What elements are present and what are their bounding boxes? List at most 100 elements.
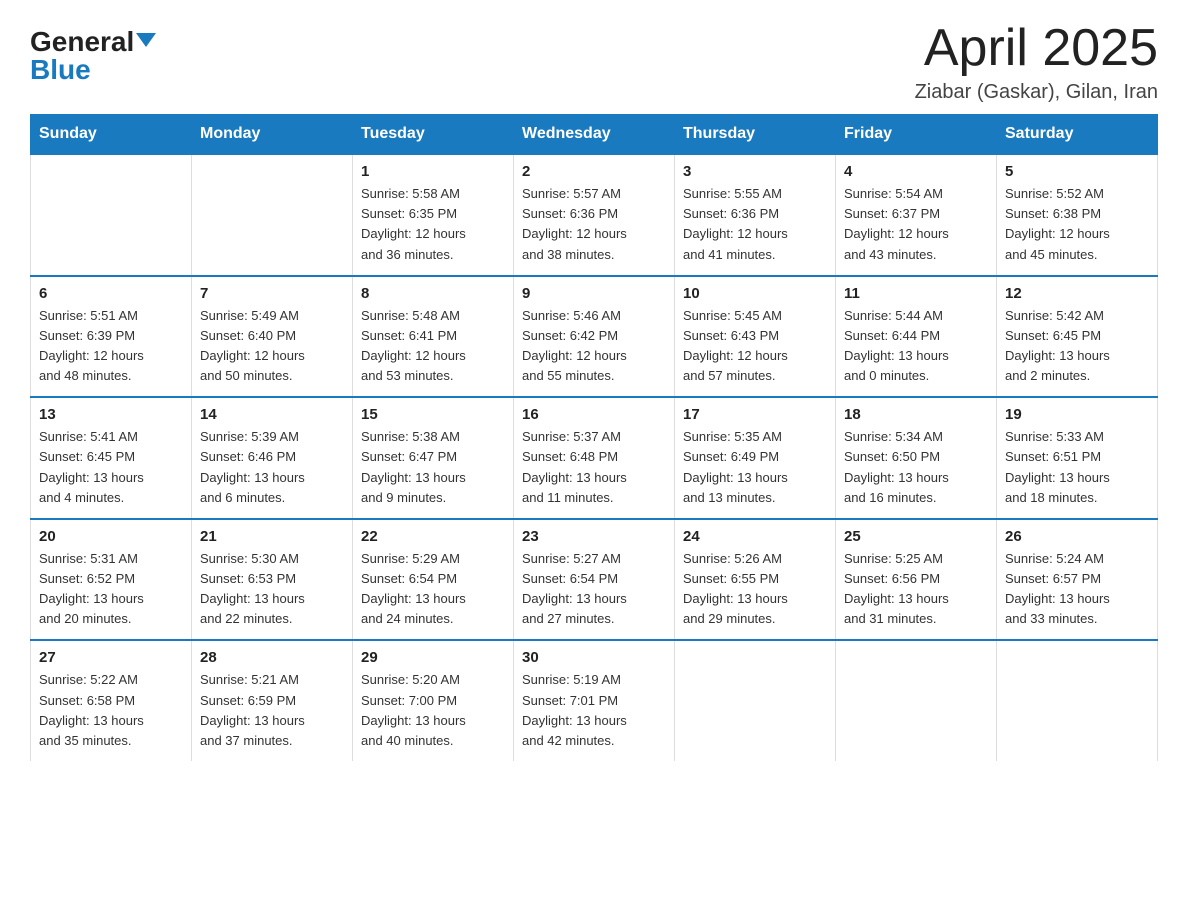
day-cell: 26Sunrise: 5:24 AM Sunset: 6:57 PM Dayli… <box>997 519 1158 641</box>
header-monday: Monday <box>192 115 353 155</box>
day-number: 17 <box>683 406 827 423</box>
day-cell: 10 Sunrise: 5:45 AM Sunset: 6:43 PM Dayli… <box>675 276 836 398</box>
day-info: Sunrise: 5:20 AM Sunset: 7:00 PM Dayligh… <box>361 670 505 751</box>
day-number: 27 <box>39 649 183 666</box>
day-cell <box>31 154 192 276</box>
day-info: Sunrise: 5:46 AM Sunset: 6:42 PM Dayligh… <box>522 306 666 387</box>
day-number: 9 <box>522 285 666 302</box>
day-info: Sunrise: 5:33 AM Sunset: 6:51 PM Dayligh… <box>1005 427 1149 508</box>
day-cell: 7 Sunrise: 5:49 AM Sunset: 6:40 PM Daylig… <box>192 276 353 398</box>
day-cell: 14Sunrise: 5:39 AM Sunset: 6:46 PM Dayli… <box>192 397 353 519</box>
day-number: 7 <box>200 285 344 302</box>
calendar-table: SundayMondayTuesdayWednesdayThursdayFrid… <box>30 114 1158 761</box>
day-cell: 2 Sunrise: 5:57 AM Sunset: 6:36 PM Daylig… <box>514 154 675 276</box>
day-cell: 29Sunrise: 5:20 AM Sunset: 7:00 PM Dayli… <box>353 640 514 761</box>
title-section: April 2025 Ziabar (Gaskar), Gilan, Iran <box>915 20 1158 104</box>
day-cell: 1 Sunrise: 5:58 AM Sunset: 6:35 PM Daylig… <box>353 154 514 276</box>
day-number: 15 <box>361 406 505 423</box>
day-cell <box>836 640 997 761</box>
day-cell: 24 Sunrise: 5:26 AM Sunset: 6:55 PM Dayli… <box>675 519 836 641</box>
day-info: Sunrise: 5:34 AM Sunset: 6:50 PM Dayligh… <box>844 427 988 508</box>
logo-general-text: General <box>30 28 134 56</box>
day-info: Sunrise: 5:57 AM Sunset: 6:36 PM Dayligh… <box>522 184 666 265</box>
day-cell: 9 Sunrise: 5:46 AM Sunset: 6:42 PM Daylig… <box>514 276 675 398</box>
day-info: Sunrise: 5:51 AM Sunset: 6:39 PM Dayligh… <box>39 306 183 387</box>
day-info: Sunrise: 5:49 AM Sunset: 6:40 PM Dayligh… <box>200 306 344 387</box>
day-number: 2 <box>522 163 666 180</box>
logo-blue-text: Blue <box>30 56 91 84</box>
day-info: Sunrise: 5:31 AM Sunset: 6:52 PM Dayligh… <box>39 549 183 630</box>
day-info: Sunrise: 5:41 AM Sunset: 6:45 PM Dayligh… <box>39 427 183 508</box>
day-number: 30 <box>522 649 666 666</box>
week-row-5: 27 Sunrise: 5:22 AM Sunset: 6:58 PM Dayli… <box>31 640 1158 761</box>
day-number: 4 <box>844 163 988 180</box>
logo: General Blue <box>30 28 156 84</box>
day-info: Sunrise: 5:19 AM Sunset: 7:01 PM Dayligh… <box>522 670 666 751</box>
week-row-1: 1 Sunrise: 5:58 AM Sunset: 6:35 PM Daylig… <box>31 154 1158 276</box>
day-cell <box>997 640 1158 761</box>
day-number: 26 <box>1005 528 1149 545</box>
logo-triangle-icon <box>136 33 156 47</box>
calendar-header: SundayMondayTuesdayWednesdayThursdayFrid… <box>31 115 1158 155</box>
day-cell: 21Sunrise: 5:30 AM Sunset: 6:53 PM Dayli… <box>192 519 353 641</box>
day-cell: 4 Sunrise: 5:54 AM Sunset: 6:37 PM Daylig… <box>836 154 997 276</box>
day-cell: 23 Sunrise: 5:27 AM Sunset: 6:54 PM Dayli… <box>514 519 675 641</box>
day-info: Sunrise: 5:44 AM Sunset: 6:44 PM Dayligh… <box>844 306 988 387</box>
day-cell: 28Sunrise: 5:21 AM Sunset: 6:59 PM Dayli… <box>192 640 353 761</box>
day-number: 23 <box>522 528 666 545</box>
day-info: Sunrise: 5:55 AM Sunset: 6:36 PM Dayligh… <box>683 184 827 265</box>
day-info: Sunrise: 5:52 AM Sunset: 6:38 PM Dayligh… <box>1005 184 1149 265</box>
day-info: Sunrise: 5:29 AM Sunset: 6:54 PM Dayligh… <box>361 549 505 630</box>
day-number: 18 <box>844 406 988 423</box>
day-cell: 12Sunrise: 5:42 AM Sunset: 6:45 PM Dayli… <box>997 276 1158 398</box>
day-cell: 3Sunrise: 5:55 AM Sunset: 6:36 PM Daylig… <box>675 154 836 276</box>
day-number: 16 <box>522 406 666 423</box>
day-cell: 19Sunrise: 5:33 AM Sunset: 6:51 PM Dayli… <box>997 397 1158 519</box>
day-number: 6 <box>39 285 183 302</box>
day-cell: 17Sunrise: 5:35 AM Sunset: 6:49 PM Dayli… <box>675 397 836 519</box>
header-thursday: Thursday <box>675 115 836 155</box>
header-friday: Friday <box>836 115 997 155</box>
day-info: Sunrise: 5:27 AM Sunset: 6:54 PM Dayligh… <box>522 549 666 630</box>
day-cell: 16 Sunrise: 5:37 AM Sunset: 6:48 PM Dayli… <box>514 397 675 519</box>
day-number: 22 <box>361 528 505 545</box>
day-cell: 18 Sunrise: 5:34 AM Sunset: 6:50 PM Dayli… <box>836 397 997 519</box>
day-number: 20 <box>39 528 183 545</box>
header-wednesday: Wednesday <box>514 115 675 155</box>
day-number: 14 <box>200 406 344 423</box>
week-row-2: 6 Sunrise: 5:51 AM Sunset: 6:39 PM Daylig… <box>31 276 1158 398</box>
day-cell <box>192 154 353 276</box>
day-info: Sunrise: 5:30 AM Sunset: 6:53 PM Dayligh… <box>200 549 344 630</box>
day-cell <box>675 640 836 761</box>
page-header: General Blue April 2025 Ziabar (Gaskar),… <box>30 20 1158 104</box>
header-tuesday: Tuesday <box>353 115 514 155</box>
day-cell: 5 Sunrise: 5:52 AM Sunset: 6:38 PM Daylig… <box>997 154 1158 276</box>
day-cell: 8 Sunrise: 5:48 AM Sunset: 6:41 PM Daylig… <box>353 276 514 398</box>
month-title: April 2025 <box>915 20 1158 77</box>
day-number: 1 <box>361 163 505 180</box>
day-number: 25 <box>844 528 988 545</box>
day-cell: 30 Sunrise: 5:19 AM Sunset: 7:01 PM Dayli… <box>514 640 675 761</box>
location-subtitle: Ziabar (Gaskar), Gilan, Iran <box>915 81 1158 104</box>
day-info: Sunrise: 5:45 AM Sunset: 6:43 PM Dayligh… <box>683 306 827 387</box>
day-info: Sunrise: 5:37 AM Sunset: 6:48 PM Dayligh… <box>522 427 666 508</box>
day-number: 12 <box>1005 285 1149 302</box>
day-number: 24 <box>683 528 827 545</box>
day-number: 5 <box>1005 163 1149 180</box>
day-cell: 13 Sunrise: 5:41 AM Sunset: 6:45 PM Dayli… <box>31 397 192 519</box>
day-number: 8 <box>361 285 505 302</box>
day-info: Sunrise: 5:58 AM Sunset: 6:35 PM Dayligh… <box>361 184 505 265</box>
day-number: 13 <box>39 406 183 423</box>
day-info: Sunrise: 5:54 AM Sunset: 6:37 PM Dayligh… <box>844 184 988 265</box>
day-info: Sunrise: 5:22 AM Sunset: 6:58 PM Dayligh… <box>39 670 183 751</box>
day-number: 11 <box>844 285 988 302</box>
day-number: 10 <box>683 285 827 302</box>
day-cell: 6 Sunrise: 5:51 AM Sunset: 6:39 PM Daylig… <box>31 276 192 398</box>
day-cell: 15 Sunrise: 5:38 AM Sunset: 6:47 PM Dayli… <box>353 397 514 519</box>
day-info: Sunrise: 5:26 AM Sunset: 6:55 PM Dayligh… <box>683 549 827 630</box>
day-info: Sunrise: 5:48 AM Sunset: 6:41 PM Dayligh… <box>361 306 505 387</box>
day-cell: 27 Sunrise: 5:22 AM Sunset: 6:58 PM Dayli… <box>31 640 192 761</box>
day-info: Sunrise: 5:25 AM Sunset: 6:56 PM Dayligh… <box>844 549 988 630</box>
week-row-3: 13 Sunrise: 5:41 AM Sunset: 6:45 PM Dayli… <box>31 397 1158 519</box>
day-info: Sunrise: 5:38 AM Sunset: 6:47 PM Dayligh… <box>361 427 505 508</box>
